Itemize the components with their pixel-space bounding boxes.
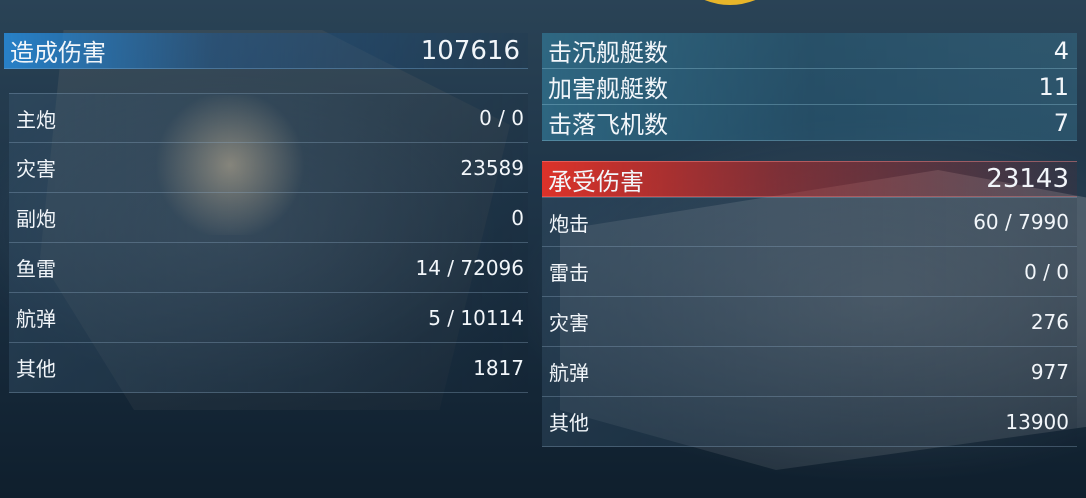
stat-value: 60 / 7990 [973, 210, 1069, 234]
stat-label: 航弹 [16, 307, 56, 331]
damage-dealt-breakdown: 主炮 0 / 0 灾害 23589 副炮 0 鱼雷 14 / 72096 航弹 … [9, 93, 528, 393]
damage-dealt-header: 造成伤害 107616 [4, 33, 528, 69]
stat-value: 11 [1038, 72, 1069, 101]
stat-label: 击沉舰艇数 [548, 39, 668, 67]
stat-value: 7 [1053, 108, 1069, 137]
stat-label: 加害舰艇数 [548, 75, 668, 103]
damage-received-total: 23143 [986, 164, 1069, 194]
stat-value: 4 [1053, 36, 1069, 65]
stat-label: 其他 [549, 411, 589, 435]
stat-label: 副炮 [16, 207, 56, 231]
damage-dealt-total: 107616 [420, 35, 520, 66]
stat-row-ships-damaged: 加害舰艇数 11 [542, 69, 1077, 105]
stat-label: 炮击 [549, 211, 589, 236]
stat-row-aerial-bomb: 航弹 5 / 10114 [9, 293, 528, 343]
stat-row-torpedo: 鱼雷 14 / 72096 [9, 243, 528, 293]
stat-value: 23589 [460, 155, 524, 180]
stat-value: 1817 [473, 355, 524, 380]
damage-received-breakdown: 炮击 60 / 7990 雷击 0 / 0 灾害 276 航弹 977 其他 1… [542, 197, 1077, 447]
stat-label: 雷击 [549, 261, 589, 285]
stat-row-disaster: 灾害 23589 [9, 143, 528, 193]
stat-value: 0 / 0 [1024, 259, 1069, 284]
stat-row-ships-sunk: 击沉舰艇数 4 [542, 33, 1077, 69]
stat-value: 13900 [1005, 409, 1069, 434]
kill-stats: 击沉舰艇数 4 加害舰艇数 11 击落飞机数 7 [542, 33, 1077, 141]
stat-value: 276 [1030, 309, 1069, 334]
anchor-emblem-icon [704, 0, 756, 5]
stat-label: 其他 [16, 357, 56, 381]
stat-row-torpedo-hits: 雷击 0 / 0 [542, 247, 1077, 297]
stat-row-disaster: 灾害 276 [542, 297, 1077, 347]
stat-row-planes-shot-down: 击落飞机数 7 [542, 105, 1077, 141]
damage-received-header: 承受伤害 23143 [542, 161, 1077, 197]
stat-value: 0 [511, 205, 524, 230]
damage-received-title: 承受伤害 [548, 167, 644, 196]
stat-value: 0 / 0 [479, 106, 524, 130]
stat-row-other: 其他 13900 [542, 397, 1077, 447]
damage-dealt-panel: 造成伤害 107616 主炮 0 / 0 灾害 23589 副炮 0 鱼雷 14… [4, 33, 528, 393]
stat-value: 14 / 72096 [415, 255, 524, 280]
stat-row-secondary-gun: 副炮 0 [9, 193, 528, 243]
stat-label: 击落飞机数 [548, 111, 668, 139]
stat-row-other: 其他 1817 [9, 343, 528, 393]
stat-label: 主炮 [16, 107, 56, 132]
stat-row-aerial-bomb: 航弹 977 [542, 347, 1077, 397]
stat-value: 5 / 10114 [428, 305, 524, 330]
damage-dealt-title: 造成伤害 [10, 39, 106, 67]
stat-label: 航弹 [549, 361, 589, 385]
combat-results-panel: 击沉舰艇数 4 加害舰艇数 11 击落飞机数 7 承受伤害 23143 炮击 6… [542, 33, 1077, 447]
stat-label: 灾害 [549, 311, 589, 335]
stat-label: 鱼雷 [16, 257, 56, 281]
stat-row-shelling: 炮击 60 / 7990 [542, 197, 1077, 247]
stat-label: 灾害 [16, 157, 56, 181]
stat-value: 977 [1030, 359, 1069, 384]
stat-row-main-gun: 主炮 0 / 0 [9, 93, 528, 143]
